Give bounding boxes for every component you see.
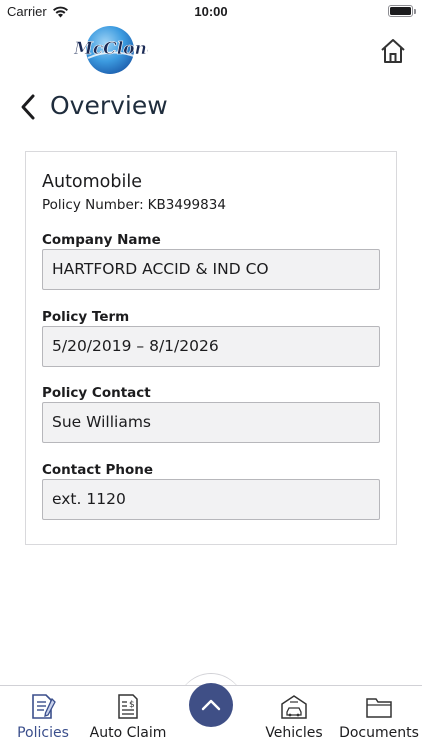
chevron-left-icon <box>21 94 35 120</box>
page-title: Overview <box>50 91 168 120</box>
policy-term-field: 5/20/2019 – 8/1/2026 <box>42 326 380 367</box>
tab-auto-claim-label: Auto Claim <box>89 725 167 741</box>
tab-vehicles-label: Vehicles <box>265 725 323 741</box>
policy-number-row: Policy Number: KB3499834 <box>42 197 226 213</box>
expand-menu-button[interactable] <box>189 683 233 727</box>
mcclone-logo: McClone <box>72 22 158 78</box>
contact-phone-field[interactable]: ext. 1120 <box>42 479 380 520</box>
tab-policies-label: Policies <box>17 725 69 741</box>
policy-overview-screen: Carrier 10:00 McClone <box>0 0 422 750</box>
tab-policies[interactable]: Policies <box>0 686 86 750</box>
tab-vehicles[interactable]: Vehicles <box>252 686 336 750</box>
tab-auto-claim[interactable]: $ Auto Claim <box>86 686 170 750</box>
garage-car-icon <box>280 693 308 721</box>
clock: 10:00 <box>194 4 228 19</box>
chevron-up-icon <box>201 699 221 711</box>
status-bar: Carrier 10:00 <box>0 0 422 24</box>
company-name-label: Company Name <box>42 232 161 248</box>
battery-icon <box>388 5 416 17</box>
home-button[interactable] <box>380 37 406 65</box>
policy-type: Automobile <box>42 172 142 192</box>
svg-text:McClone: McClone <box>73 39 148 59</box>
folder-icon <box>365 693 393 721</box>
policy-contact-label: Policy Contact <box>42 385 151 401</box>
policy-card: Automobile Policy Number: KB3499834 Compa… <box>25 151 397 545</box>
tab-documents[interactable]: Documents <box>336 686 422 750</box>
home-icon <box>381 39 405 63</box>
contact-phone-label: Contact Phone <box>42 462 154 478</box>
policy-number-label: Policy Number: <box>42 197 144 213</box>
policy-number-value: KB3499834 <box>147 197 226 213</box>
policy-document-icon <box>29 693 57 721</box>
tab-documents-label: Documents <box>339 725 419 741</box>
policy-contact-field: Sue Williams <box>42 402 380 443</box>
claim-form-icon: $ <box>114 693 142 721</box>
back-button[interactable] <box>16 92 40 122</box>
svg-text:$: $ <box>129 700 135 710</box>
policy-term-label: Policy Term <box>42 309 130 325</box>
company-name-field: HARTFORD ACCID & IND CO <box>42 249 380 290</box>
